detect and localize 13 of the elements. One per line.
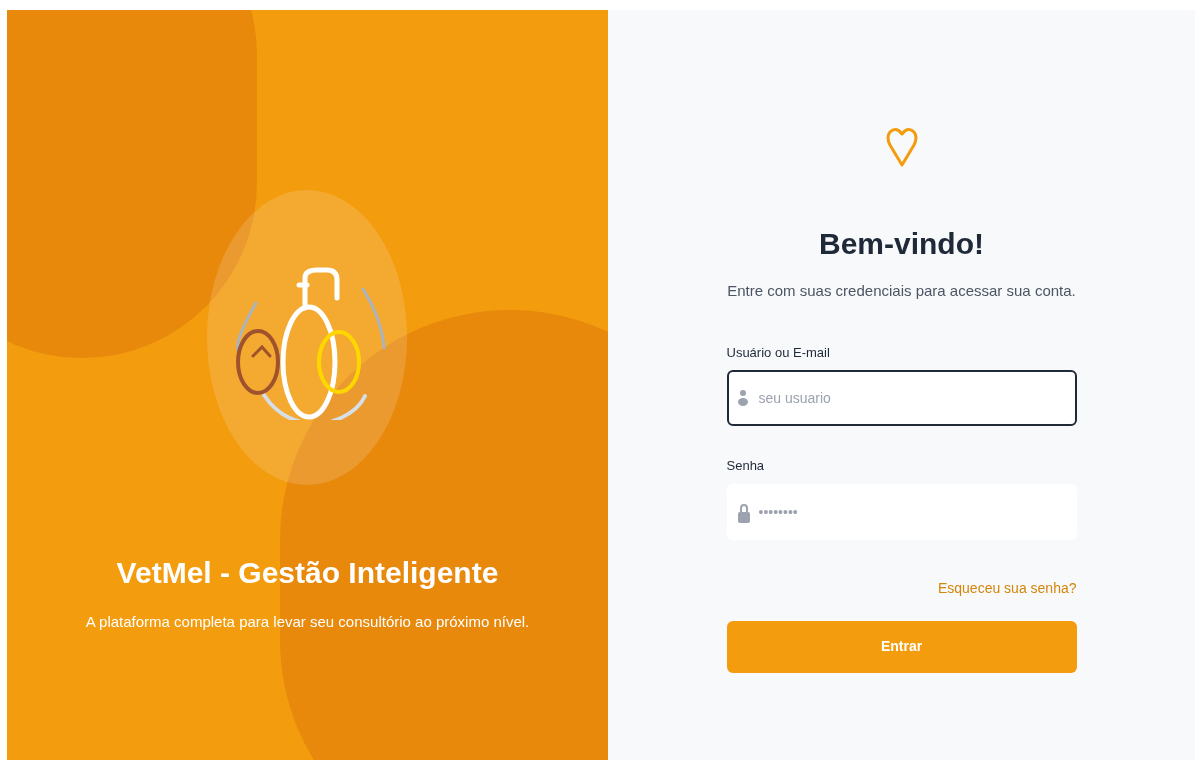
login-button[interactable]: Entrar <box>726 620 1077 673</box>
heart-icon <box>884 125 919 169</box>
forgot-password-link[interactable]: Esqueceu sua senha? <box>937 577 1077 599</box>
username-field[interactable]: seu usuario <box>726 370 1077 426</box>
field-label: Usuário ou E-mail <box>726 343 831 362</box>
hero-title: VetMel - Gestão Inteligente <box>116 555 499 591</box>
lock-icon <box>737 502 750 523</box>
hero-subtitle: A plataforma completa para levar seu consultório ao próximo nível. <box>85 612 530 632</box>
field-label: Senha <box>726 457 766 475</box>
intro-text: Entre com suas credenciais para acessar sua conta. <box>727 281 1076 301</box>
person-icon <box>737 389 748 407</box>
welcome-heading: Bem-vindo! <box>819 226 984 262</box>
password-field[interactable]: •••••••• <box>726 483 1077 540</box>
